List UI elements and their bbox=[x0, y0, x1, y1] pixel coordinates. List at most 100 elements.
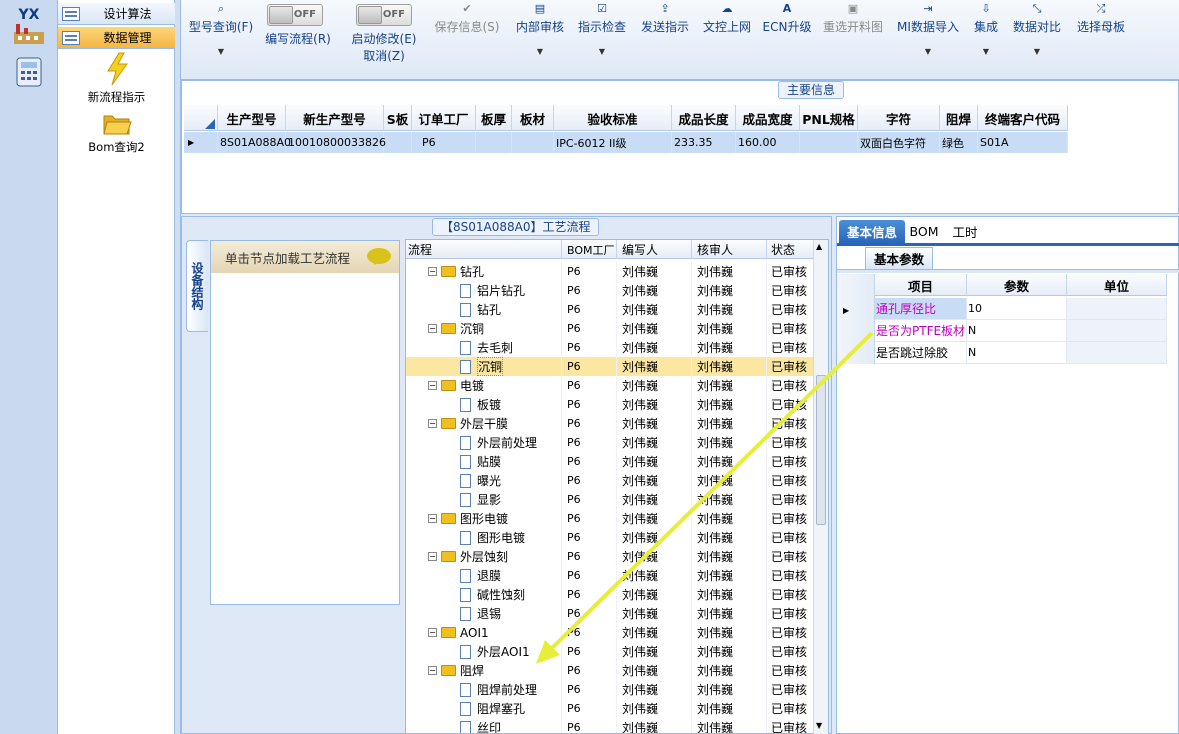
tree-node[interactable]: 图形电镀 bbox=[406, 528, 562, 547]
scroll-thumb[interactable] bbox=[816, 375, 826, 525]
data-compare-button[interactable]: ⤡ 数据对比 ▼ bbox=[1009, 0, 1065, 78]
tree-cell[interactable]: P6 bbox=[562, 547, 617, 566]
table-cell[interactable]: 双面白色字符 bbox=[858, 132, 940, 153]
tree-cell[interactable]: 刘伟巍 bbox=[692, 357, 767, 376]
tree-row[interactable]: 阻焊塞孔 P6 刘伟巍 刘伟巍 已审核 bbox=[406, 699, 816, 718]
col-header[interactable]: BOM工厂 bbox=[562, 240, 617, 259]
scroll-down-icon[interactable]: ▼ bbox=[816, 721, 822, 730]
tree-cell[interactable]: 已审核 bbox=[767, 528, 816, 547]
internal-review-button[interactable]: ▤ 内部审核 ▼ bbox=[511, 0, 569, 78]
table-cell[interactable] bbox=[476, 132, 512, 153]
tree-cell[interactable]: P6 bbox=[562, 566, 617, 585]
tree-node[interactable]: − 阻焊 bbox=[406, 661, 562, 680]
tree-row[interactable]: 沉铜 P6 刘伟巍 刘伟巍 已审核 bbox=[406, 357, 816, 376]
tab-work-hours[interactable]: 工时 bbox=[945, 220, 985, 243]
tree-cell[interactable]: 刘伟巍 bbox=[617, 357, 692, 376]
tree-node[interactable]: − 外层蚀刻 bbox=[406, 547, 562, 566]
tree-row[interactable]: 贴膜 P6 刘伟巍 刘伟巍 已审核 bbox=[406, 452, 816, 471]
nav-item-design-algorithm[interactable]: 设计算法 bbox=[58, 3, 175, 25]
tree-cell[interactable]: 刘伟巍 bbox=[692, 718, 767, 733]
collapse-icon[interactable]: − bbox=[428, 267, 437, 276]
save-info-button[interactable]: ✔ 保存信息(S) bbox=[431, 0, 503, 78]
mi-import-button[interactable]: ⇥ MI数据导入 ▼ bbox=[895, 0, 961, 78]
tree-cell[interactable]: 刘伟巍 bbox=[617, 395, 692, 414]
edit-flow-button[interactable]: 编写流程(R) bbox=[263, 28, 333, 48]
start-modify-toggle[interactable]: OFF bbox=[356, 4, 412, 26]
load-flow-header[interactable]: 单击节点加载工艺流程 bbox=[211, 241, 399, 273]
table-cell[interactable] bbox=[384, 132, 412, 153]
tree-cell[interactable]: P6 bbox=[562, 509, 617, 528]
table-cell[interactable]: 绿色 bbox=[940, 132, 978, 153]
tree-cell[interactable]: 刘伟巍 bbox=[617, 281, 692, 300]
tree-row[interactable]: 退锡 P6 刘伟巍 刘伟巍 已审核 bbox=[406, 604, 816, 623]
tree-cell[interactable]: 刘伟巍 bbox=[617, 376, 692, 395]
tree-cell[interactable]: 已审核 bbox=[767, 623, 816, 642]
scroll-up-icon[interactable]: ▲ bbox=[816, 242, 822, 251]
tree-row[interactable]: 阻焊前处理 P6 刘伟巍 刘伟巍 已审核 bbox=[406, 680, 816, 699]
tree-cell[interactable]: 刘伟巍 bbox=[692, 604, 767, 623]
select-mother-board-button[interactable]: ⤮ 选择母板 bbox=[1073, 0, 1129, 78]
table-cell[interactable]: S01A bbox=[978, 132, 1068, 153]
tree-cell[interactable]: 已审核 bbox=[767, 376, 816, 395]
tree-cell[interactable]: 已审核 bbox=[767, 338, 816, 357]
tree-cell[interactable]: 刘伟巍 bbox=[617, 604, 692, 623]
tree-cell[interactable]: 刘伟巍 bbox=[692, 680, 767, 699]
tree-cell[interactable]: P6 bbox=[562, 642, 617, 661]
tree-cell[interactable]: 刘伟巍 bbox=[617, 414, 692, 433]
tree-cell[interactable]: 刘伟巍 bbox=[692, 566, 767, 585]
col-header[interactable]: 参数 bbox=[967, 274, 1067, 296]
tree-cell[interactable]: 刘伟巍 bbox=[692, 623, 767, 642]
table-cell[interactable]: 通孔厚径比 bbox=[875, 298, 967, 320]
tree-cell[interactable]: P6 bbox=[562, 718, 617, 733]
tree-cell[interactable]: 刘伟巍 bbox=[692, 300, 767, 319]
table-cell[interactable]: N bbox=[967, 342, 1067, 364]
tree-cell[interactable]: 刘伟巍 bbox=[617, 718, 692, 733]
tree-cell[interactable]: 刘伟巍 bbox=[692, 395, 767, 414]
tree-cell[interactable]: 刘伟巍 bbox=[692, 661, 767, 680]
tree-row[interactable]: − 阻焊 P6 刘伟巍 刘伟巍 已审核 bbox=[406, 661, 816, 680]
tree-cell[interactable]: 已审核 bbox=[767, 300, 816, 319]
tree-node[interactable]: 丝印 bbox=[406, 718, 562, 733]
tree-node[interactable]: 板镀 bbox=[406, 395, 562, 414]
tree-cell[interactable]: 刘伟巍 bbox=[617, 585, 692, 604]
tree-cell[interactable]: 已审核 bbox=[767, 433, 816, 452]
reselect-cut-drawing-button[interactable]: ▣ 重选开料图 bbox=[819, 0, 887, 78]
tree-cell[interactable]: 已审核 bbox=[767, 642, 816, 661]
tree-node[interactable]: 贴膜 bbox=[406, 452, 562, 471]
tree-cell[interactable]: 已审核 bbox=[767, 680, 816, 699]
table-cell[interactable]: 233.35 bbox=[672, 132, 736, 153]
tree-row[interactable]: − AOI1 P6 刘伟巍 刘伟巍 已审核 bbox=[406, 623, 816, 642]
tree-cell[interactable]: 刘伟巍 bbox=[692, 490, 767, 509]
tree-cell[interactable]: 已审核 bbox=[767, 471, 816, 490]
tree-row[interactable]: 铝片钻孔 P6 刘伟巍 刘伟巍 已审核 bbox=[406, 281, 816, 300]
tree-cell[interactable]: 刘伟巍 bbox=[692, 433, 767, 452]
new-process-instruction-button[interactable]: 新流程指示 bbox=[58, 52, 175, 105]
table-cell[interactable]: 10010800033826 bbox=[286, 132, 386, 153]
col-header[interactable]: S板 bbox=[384, 105, 412, 131]
col-header[interactable]: 板材 bbox=[512, 105, 554, 131]
tree-cell[interactable]: P6 bbox=[562, 357, 617, 376]
tree-node[interactable]: − 图形电镀 bbox=[406, 509, 562, 528]
tree-cell[interactable]: 已审核 bbox=[767, 661, 816, 680]
tree-row[interactable]: 退膜 P6 刘伟巍 刘伟巍 已审核 bbox=[406, 566, 816, 585]
tree-cell[interactable]: 刘伟巍 bbox=[617, 642, 692, 661]
tree-cell[interactable]: 已审核 bbox=[767, 699, 816, 718]
tree-node[interactable]: 显影 bbox=[406, 490, 562, 509]
tree-cell[interactable]: P6 bbox=[562, 376, 617, 395]
tree-node[interactable]: 铝片钻孔 bbox=[406, 281, 562, 300]
tree-cell[interactable]: 刘伟巍 bbox=[617, 471, 692, 490]
tree-row[interactable]: 外层前处理 P6 刘伟巍 刘伟巍 已审核 bbox=[406, 433, 816, 452]
tree-cell[interactable]: 刘伟巍 bbox=[617, 680, 692, 699]
collapse-icon[interactable]: − bbox=[428, 419, 437, 428]
col-header[interactable]: 编写人 bbox=[617, 240, 692, 259]
col-header[interactable]: 字符 bbox=[858, 105, 940, 131]
tree-cell[interactable]: 刘伟巍 bbox=[692, 642, 767, 661]
col-header[interactable]: 验收标准 bbox=[554, 105, 672, 131]
tree-cell[interactable]: 刘伟巍 bbox=[692, 585, 767, 604]
tree-cell[interactable]: 刘伟巍 bbox=[617, 623, 692, 642]
tree-cell[interactable]: P6 bbox=[562, 699, 617, 718]
col-header[interactable]: PNL规格 bbox=[800, 105, 858, 131]
logo[interactable]: YX bbox=[6, 4, 52, 48]
tree-cell[interactable]: 已审核 bbox=[767, 262, 816, 281]
tree-cell[interactable]: 刘伟巍 bbox=[692, 509, 767, 528]
